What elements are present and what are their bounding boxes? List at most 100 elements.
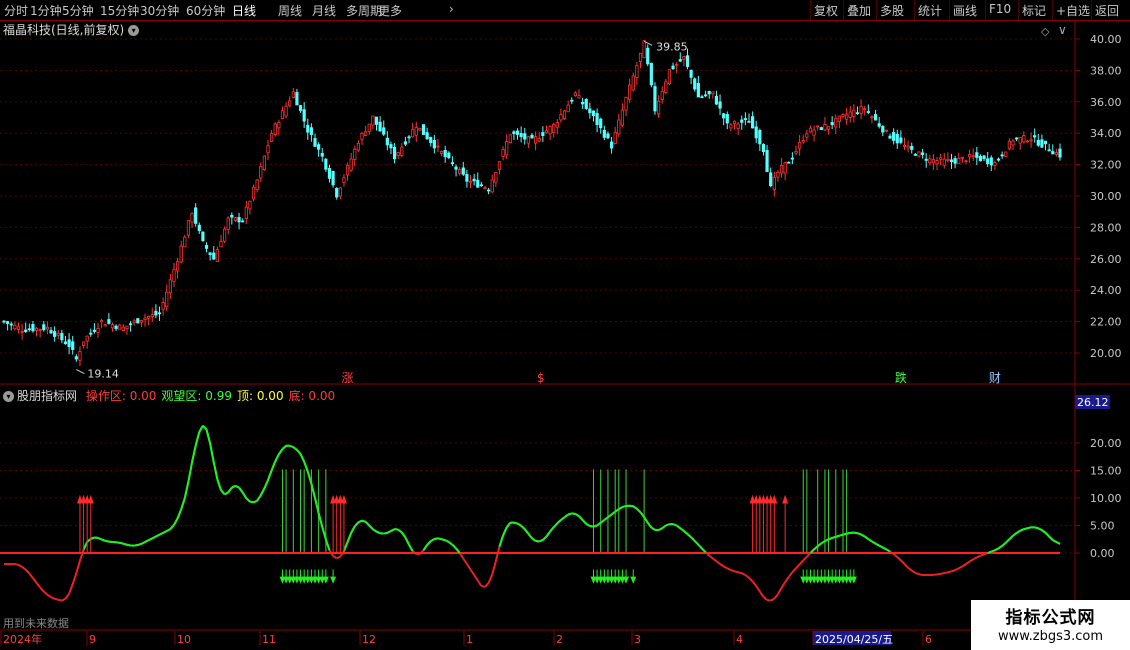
indicator-segment xyxy=(813,545,819,551)
scroll-down-icon[interactable]: ∨ xyxy=(1058,23,1067,37)
indicator-segment xyxy=(567,512,573,516)
indicator-segment xyxy=(622,505,627,509)
candle-body xyxy=(100,320,104,323)
indicator-segment xyxy=(748,577,754,583)
candle-body xyxy=(671,65,675,70)
title-dropdown-icon[interactable]: ▾ xyxy=(128,25,140,36)
indicator-segment xyxy=(451,544,457,550)
event-marker[interactable]: 涨 xyxy=(342,370,354,385)
indicator-segment xyxy=(936,572,941,576)
event-marker[interactable]: $ xyxy=(537,371,545,385)
indicator-segment xyxy=(14,563,19,566)
x-axis-label: 2024年 xyxy=(3,632,42,646)
candle-body xyxy=(801,140,805,143)
candle-body xyxy=(1011,140,1015,146)
indicator-segment xyxy=(82,541,89,551)
candle-body xyxy=(443,149,447,158)
indicator-segment xyxy=(798,559,804,565)
candle-body xyxy=(573,92,577,97)
candle-body xyxy=(996,158,1001,161)
indicator-segment xyxy=(372,528,378,533)
candle-body xyxy=(761,144,766,152)
indicator-segment xyxy=(629,504,634,508)
indicator-segment xyxy=(1005,538,1011,544)
up-arrow-head xyxy=(340,494,347,504)
candle-body xyxy=(628,84,632,100)
price-tick-label: 26.00 xyxy=(1090,253,1122,266)
candle-body xyxy=(425,132,429,140)
indicator-segment xyxy=(1027,526,1032,530)
indicator-segment xyxy=(701,547,707,553)
indicator-tick-label: 15.00 xyxy=(1090,465,1122,478)
candle-body xyxy=(559,114,563,121)
indicator-segment xyxy=(159,531,164,536)
candle-body xyxy=(534,136,538,144)
candle-body xyxy=(751,116,755,129)
indicator-segment xyxy=(368,524,374,530)
price-tick-label: 22.00 xyxy=(1090,316,1122,329)
indicator-segment xyxy=(324,538,331,551)
candle-body xyxy=(685,55,690,67)
candle-body xyxy=(255,179,259,190)
candle-body xyxy=(808,127,813,133)
candle-body xyxy=(31,324,35,332)
indicator-segment xyxy=(498,535,505,547)
indicator-segment xyxy=(839,533,844,537)
candle-body xyxy=(411,129,415,138)
indicator-segment xyxy=(795,563,801,569)
candle-body xyxy=(439,151,444,154)
candle-body xyxy=(779,165,784,174)
indicator-segment xyxy=(846,531,851,535)
candle-body xyxy=(515,130,520,135)
indicator-segment xyxy=(473,574,479,582)
indicator-segment xyxy=(665,523,670,527)
candle-body xyxy=(324,158,328,170)
indicator-segment xyxy=(205,429,212,444)
indicator-segment xyxy=(71,572,78,585)
event-marker[interactable]: 财 xyxy=(989,371,1001,385)
indicator-segment xyxy=(148,537,153,542)
indicator-segment xyxy=(632,505,638,510)
price-tick-label: 20.00 xyxy=(1090,347,1122,360)
candle-body xyxy=(306,124,310,133)
candle-body xyxy=(805,133,809,138)
indicator-segment xyxy=(893,553,898,558)
indicator-segment xyxy=(1016,529,1021,534)
candle-body xyxy=(794,151,798,154)
event-marker[interactable]: 跌 xyxy=(895,370,907,385)
candle-body xyxy=(859,106,863,114)
candle-body xyxy=(689,69,693,78)
candle-body xyxy=(602,129,606,138)
indicator-segment xyxy=(227,486,233,494)
candle-body xyxy=(436,145,440,148)
candle-body xyxy=(993,162,997,166)
candle-body xyxy=(270,133,274,142)
candle-body xyxy=(949,159,954,163)
indicator-segment xyxy=(744,574,750,579)
candle-body xyxy=(226,217,230,230)
indicator-segment xyxy=(1055,541,1061,545)
indicator-segment xyxy=(21,566,27,571)
candle-body xyxy=(620,109,625,126)
candle-body xyxy=(1000,154,1004,157)
candle-body xyxy=(758,130,762,145)
candle-body xyxy=(675,63,679,66)
candle-body xyxy=(982,155,986,160)
indicator-dropdown-icon[interactable]: ▾ xyxy=(3,391,14,402)
indicator-segment xyxy=(238,486,244,494)
indicator-segment xyxy=(618,506,623,510)
indicator-segment xyxy=(828,537,833,541)
diamond-icon[interactable]: ◇ xyxy=(1041,25,1049,38)
indicator-segment xyxy=(400,531,407,538)
candle-body xyxy=(895,133,899,144)
candle-body xyxy=(725,114,729,124)
candle-body xyxy=(884,129,889,132)
indicator-segment xyxy=(969,558,974,563)
indicator-segment xyxy=(191,445,197,463)
x-axis-label: 2 xyxy=(556,633,563,646)
candle-body xyxy=(230,214,234,218)
indicator-segment xyxy=(907,566,913,572)
indicator-segment xyxy=(697,544,703,550)
indicator-segment xyxy=(1019,528,1025,532)
candle-body xyxy=(606,133,610,139)
